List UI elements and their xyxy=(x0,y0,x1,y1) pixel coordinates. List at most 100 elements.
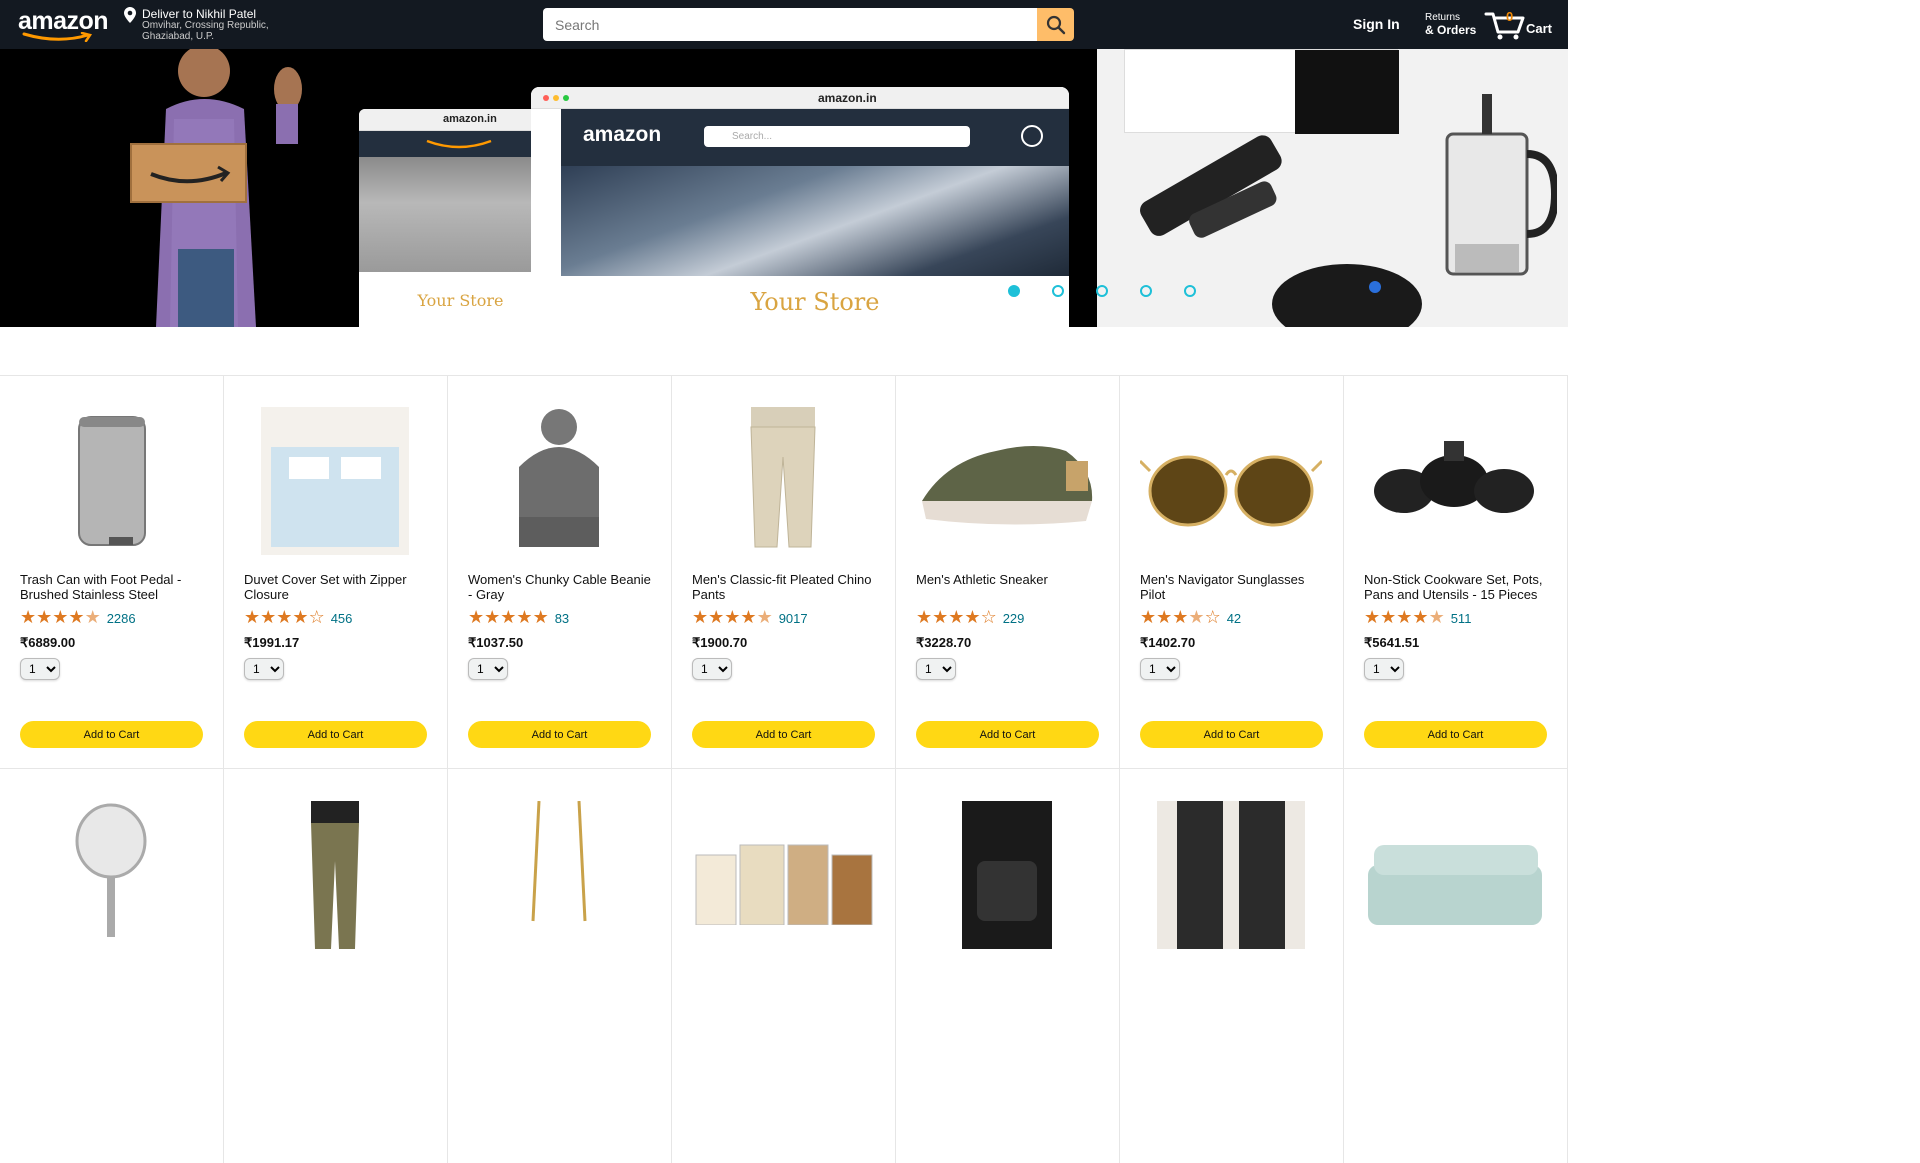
cart-label: Cart xyxy=(1526,21,1553,36)
star-icon: ☆ xyxy=(308,607,325,628)
hero-carousel[interactable]: amazon.in Your Store amazon.in amazon Se… xyxy=(0,49,1568,327)
star-icon: ★ xyxy=(708,607,725,628)
product-card[interactable] xyxy=(672,769,896,1163)
star-icon: ★ xyxy=(244,607,261,628)
product-title[interactable]: Trash Can with Foot Pedal - Brushed Stai… xyxy=(20,572,206,602)
star-icon: ☆ xyxy=(980,607,997,628)
product-title[interactable]: Women's Chunky Cable Beanie - Gray xyxy=(468,572,654,602)
sneaker-icon[interactable] xyxy=(916,407,1098,555)
cookware-icon[interactable] xyxy=(1364,407,1546,555)
hero-slide-your-store[interactable]: amazon.in Your Store amazon.in amazon Se… xyxy=(0,49,1097,327)
star-icon: ★ xyxy=(756,607,773,628)
product-card[interactable] xyxy=(1344,769,1568,1163)
product-card[interactable]: Men's Athletic Sneaker ★ ★ ★ ★ ☆ 229 ₹3228.70 1 A… xyxy=(896,375,1120,769)
add-to-cart-button[interactable]: Add to Cart xyxy=(20,721,203,748)
rating-stars: ★ ★ ★ ★ ★ xyxy=(20,609,101,627)
star-icon: ★ xyxy=(484,607,501,628)
rating-count[interactable]: 456 xyxy=(331,611,353,626)
search-input[interactable] xyxy=(543,8,1037,41)
star-icon: ★ xyxy=(292,607,309,628)
search-button[interactable] xyxy=(1037,8,1074,41)
big-browser-search: Search... xyxy=(704,126,970,147)
star-icon: ★ xyxy=(932,607,949,628)
trash-can-icon[interactable] xyxy=(20,407,202,555)
product-card[interactable] xyxy=(896,769,1120,1163)
product-card[interactable]: Trash Can with Foot Pedal - Brushed Stai… xyxy=(0,375,224,769)
quantity-select[interactable]: 1 xyxy=(916,658,956,680)
star-icon: ★ xyxy=(260,607,277,628)
rating-count[interactable]: 511 xyxy=(1451,611,1472,626)
earrings-icon[interactable] xyxy=(468,801,650,949)
food-containers-icon[interactable] xyxy=(692,801,874,949)
product-card[interactable]: Duvet Cover Set with Zipper Closure ★ ★ ★ ★ ☆… xyxy=(224,375,448,769)
rating-count[interactable]: 42 xyxy=(1227,611,1241,626)
pants-icon[interactable] xyxy=(692,407,874,555)
product-price: ₹1900.70 xyxy=(692,635,748,650)
product-card[interactable] xyxy=(448,769,672,1163)
add-to-cart-button[interactable]: Add to Cart xyxy=(244,721,427,748)
star-icon: ★ xyxy=(1156,607,1173,628)
carousel-dot-4[interactable] xyxy=(1140,285,1152,297)
product-card[interactable] xyxy=(224,769,448,1163)
product-card[interactable]: Men's Classic-fit Pleated Chino Pants ★ ★ ★… xyxy=(672,375,896,769)
product-card[interactable]: Women's Chunky Cable Beanie - Gray ★ ★ ★ ★ ★ 8… xyxy=(448,375,672,769)
quantity-select[interactable]: 1 xyxy=(1140,658,1180,680)
product-price: ₹1402.70 xyxy=(1140,635,1196,650)
add-to-cart-button[interactable]: Add to Cart xyxy=(692,721,875,748)
product-title[interactable]: Non-Stick Cookware Set, Pots, Pans and U… xyxy=(1364,572,1550,602)
jogger-pants-icon[interactable] xyxy=(244,801,426,949)
mirror-icon[interactable] xyxy=(20,801,202,949)
carousel-dot-2[interactable] xyxy=(1052,285,1064,297)
rating-stars: ★ ★ ★ ★ ★ xyxy=(468,609,549,627)
cart-button[interactable]: 0 Cart xyxy=(1484,6,1554,42)
rating-count[interactable]: 229 xyxy=(1003,611,1025,626)
product-card[interactable] xyxy=(1120,769,1344,1163)
star-icon: ★ xyxy=(1412,607,1429,628)
quantity-select[interactable]: 1 xyxy=(1364,658,1404,680)
smile-arrow-icon xyxy=(22,32,93,42)
carousel-dot-5[interactable] xyxy=(1184,285,1196,297)
cart-icon xyxy=(1484,12,1525,40)
small-browser-url: amazon.in xyxy=(443,113,497,125)
laptop-store-image xyxy=(561,166,1069,276)
amazon-logo[interactable]: amazon xyxy=(18,8,109,42)
rating-count[interactable]: 9017 xyxy=(779,611,808,626)
product-title[interactable]: Men's Athletic Sneaker xyxy=(916,572,1102,587)
top-nav: amazon Deliver to Nikhil Patel Omvihar, … xyxy=(0,0,1568,49)
quantity-select[interactable]: 1 xyxy=(468,658,508,680)
deliver-to[interactable]: Deliver to Nikhil Patel Omvihar, Crossin… xyxy=(124,7,294,43)
sunglasses-icon[interactable] xyxy=(1140,407,1322,555)
cart-count: 0 xyxy=(1506,9,1514,24)
rating-count[interactable]: 2286 xyxy=(107,611,136,626)
product-price: ₹1037.50 xyxy=(468,635,524,650)
star-icon: ★ xyxy=(1428,607,1445,628)
product-card[interactable]: Men's Navigator Sunglasses Pilot ★ ★ ★ ★ ☆ 42 ₹… xyxy=(1120,375,1344,769)
product-title[interactable]: Men's Navigator Sunglasses Pilot xyxy=(1140,572,1326,602)
add-to-cart-button[interactable]: Add to Cart xyxy=(1140,721,1323,748)
carousel-dot-1[interactable] xyxy=(1008,285,1020,297)
star-icon: ★ xyxy=(1364,607,1381,628)
coffee-maker-icon[interactable] xyxy=(916,801,1098,949)
carousel-dot-3[interactable] xyxy=(1096,285,1108,297)
product-card[interactable]: Non-Stick Cookware Set, Pots, Pans and U… xyxy=(1344,375,1568,769)
duvet-icon[interactable] xyxy=(244,407,426,555)
curtains-icon[interactable] xyxy=(1140,801,1322,949)
beanie-icon[interactable] xyxy=(468,407,650,555)
product-title[interactable]: Men's Classic-fit Pleated Chino Pants xyxy=(692,572,878,602)
product-card[interactable] xyxy=(0,769,224,1163)
returns-orders-link[interactable]: Returns & Orders xyxy=(1425,11,1476,37)
bluetooth-device-icon xyxy=(1272,264,1422,327)
towels-icon[interactable] xyxy=(1364,801,1546,949)
minimize-dot-icon xyxy=(553,95,559,101)
quantity-select[interactable]: 1 xyxy=(20,658,60,680)
product-title[interactable]: Duvet Cover Set with Zipper Closure xyxy=(244,572,430,602)
big-browser-url: amazon.in xyxy=(818,91,877,105)
sign-in-link[interactable]: Sign In xyxy=(1353,16,1400,32)
star-icon: ★ xyxy=(724,607,741,628)
add-to-cart-button[interactable]: Add to Cart xyxy=(916,721,1099,748)
quantity-select[interactable]: 1 xyxy=(692,658,732,680)
add-to-cart-button[interactable]: Add to Cart xyxy=(1364,721,1547,748)
quantity-select[interactable]: 1 xyxy=(244,658,284,680)
add-to-cart-button[interactable]: Add to Cart xyxy=(468,721,651,748)
rating-count[interactable]: 83 xyxy=(555,611,569,626)
